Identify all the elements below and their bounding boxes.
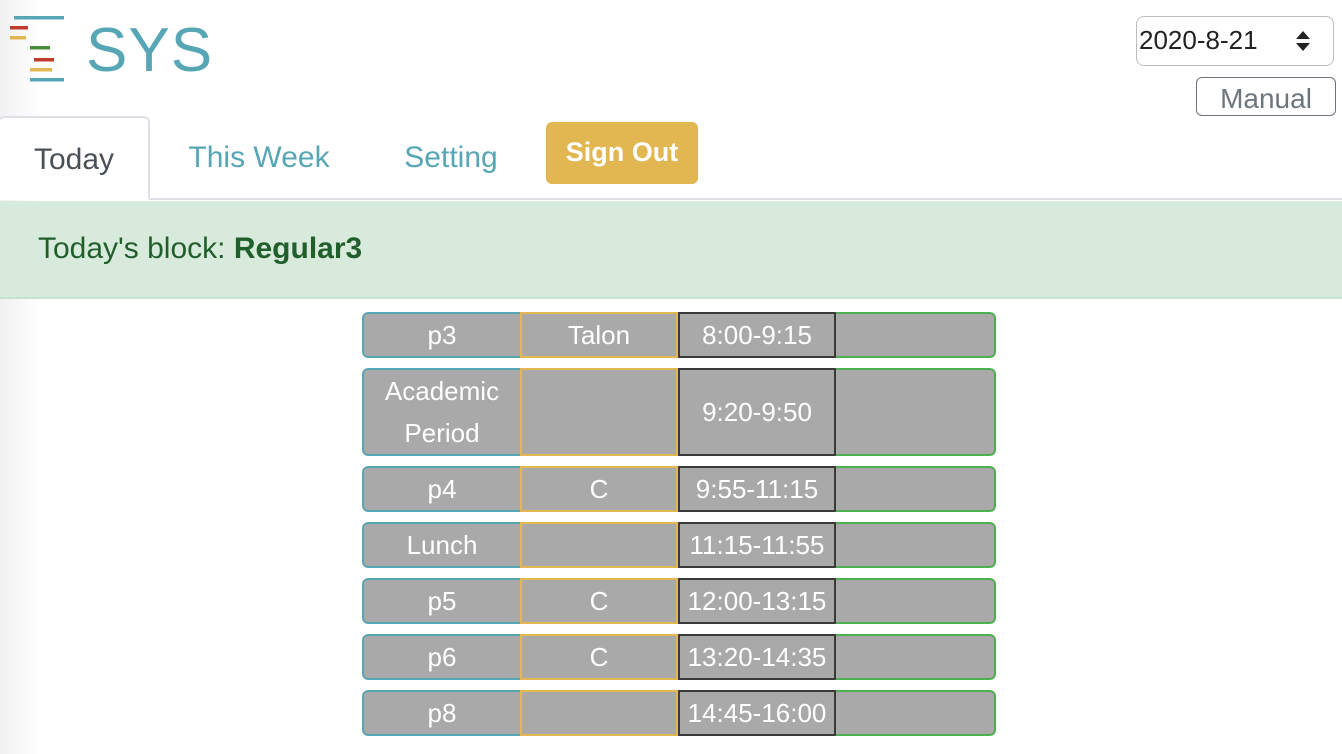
schedule-row: p6 C 13:20-14:35 — [362, 634, 996, 680]
period-cell: p5 — [362, 578, 520, 624]
extra-cell — [836, 690, 996, 736]
period-cell: Lunch — [362, 522, 520, 568]
schedule-row: p4 C 9:55-11:15 — [362, 466, 996, 512]
schedule-row: Academic Period 9:20-9:50 — [362, 368, 996, 456]
time-cell: 14:45-16:00 — [678, 690, 836, 736]
extra-cell — [836, 634, 996, 680]
class-cell: C — [520, 634, 678, 680]
time-cell: 9:20-9:50 — [678, 368, 836, 456]
time-cell: 8:00-9:15 — [678, 312, 836, 358]
class-cell — [520, 368, 678, 456]
schedule-row: p5 C 12:00-13:15 — [362, 578, 996, 624]
tab-this-week[interactable]: This Week — [170, 116, 348, 200]
schedule-row: p3 Talon 8:00-9:15 — [362, 312, 996, 358]
time-cell: 13:20-14:35 — [678, 634, 836, 680]
extra-cell — [836, 466, 996, 512]
extra-cell — [836, 312, 996, 358]
block-alert-prefix: Today's block: — [38, 232, 234, 265]
period-cell: Academic Period — [362, 368, 520, 456]
time-cell: 9:55-11:15 — [678, 466, 836, 512]
period-cell: p8 — [362, 690, 520, 736]
time-cell: 12:00-13:15 — [678, 578, 836, 624]
schedule-table: p3 Talon 8:00-9:15 Academic Period 9:20-… — [362, 312, 996, 746]
schedule-row: Lunch 11:15-11:55 — [362, 522, 996, 568]
class-cell: Talon — [520, 312, 678, 358]
time-cell: 11:15-11:55 — [678, 522, 836, 568]
block-name: Regular3 — [233, 232, 363, 265]
extra-cell — [836, 522, 996, 568]
class-cell — [520, 690, 678, 736]
extra-cell — [836, 578, 996, 624]
period-cell: p4 — [362, 466, 520, 512]
class-cell: C — [520, 466, 678, 512]
sort-arrows-icon — [1296, 31, 1310, 51]
period-cell: p6 — [362, 634, 520, 680]
schedule-row: p8 14:45-16:00 — [362, 690, 996, 736]
block-alert: Today's block: Regular3 — [0, 201, 1342, 299]
class-cell: C — [520, 578, 678, 624]
list-bars-icon — [10, 16, 64, 82]
extra-cell — [836, 368, 996, 456]
sign-out-button[interactable]: Sign Out — [546, 122, 698, 184]
app-title: SYS — [86, 16, 214, 85]
date-select[interactable]: 2020-8-21 — [1136, 16, 1334, 66]
tab-today[interactable]: Today — [0, 116, 150, 200]
period-cell: p3 — [362, 312, 520, 358]
manual-button[interactable]: Manual — [1196, 77, 1336, 116]
class-cell — [520, 522, 678, 568]
tab-setting[interactable]: Setting — [388, 116, 514, 200]
date-select-value: 2020-8-21 — [1139, 25, 1258, 55]
